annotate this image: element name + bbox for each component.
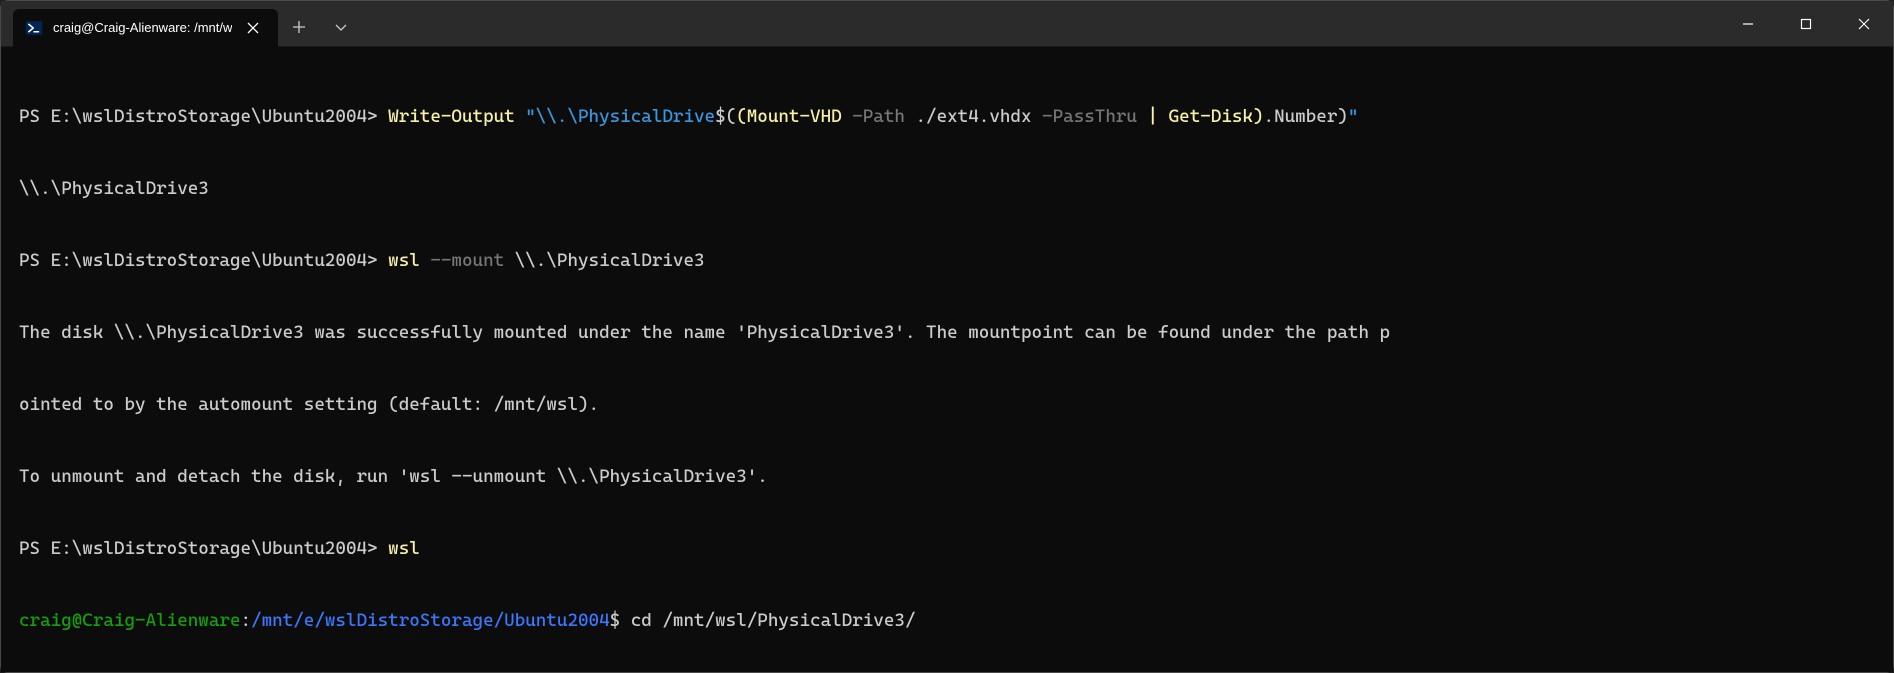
cmd-write-output: Write-Output (388, 106, 515, 127)
output-mount-msg-3: To unmount and detach the disk, run 'wsl… (19, 465, 1875, 489)
terminal-pane[interactable]: PS E:\wslDistroStorage\Ubuntu2004> Write… (1, 47, 1893, 672)
tab-title: craig@Craig-Alienware: /mnt/w (53, 20, 232, 35)
window-minimize-button[interactable] (1719, 1, 1777, 47)
cmd-cd: cd /mnt/wsl/PhysicalDrive3/ (631, 610, 916, 631)
tab-active[interactable]: craig@Craig-Alienware: /mnt/w (13, 9, 278, 47)
ps-prompt: PS E:\wslDistroStorage\Ubuntu2004> (19, 106, 378, 127)
tab-dropdown-button[interactable] (320, 8, 362, 46)
cmd-mount-vhd: Mount-VHD (747, 106, 842, 127)
window-controls (1719, 1, 1893, 47)
cmd-string-open: "\\.\PhysicalDrive (525, 106, 715, 127)
cmd-wsl: wsl (388, 250, 420, 271)
output-mount-msg-1: The disk \\.\PhysicalDrive3 was successf… (19, 321, 1875, 345)
output-mount-msg-2: ointed to by the automount setting (defa… (19, 393, 1875, 417)
bash-path: /mnt/e/wslDistroStorage/Ubuntu2004 (251, 610, 610, 631)
cmd-wsl-enter: wsl (388, 538, 420, 559)
tab-close-button[interactable] (242, 17, 264, 39)
window-close-button[interactable] (1835, 1, 1893, 47)
window-maximize-button[interactable] (1777, 1, 1835, 47)
cmd-get-disk: Get-Disk (1169, 106, 1253, 127)
bash-user: craig@Craig-Alienware (19, 610, 240, 631)
window-titlebar: craig@Craig-Alienware: /mnt/w (1, 1, 1893, 47)
output-physicaldrive: \\.\PhysicalDrive3 (19, 177, 1875, 201)
new-tab-button[interactable] (278, 8, 320, 46)
powershell-icon (25, 19, 43, 37)
